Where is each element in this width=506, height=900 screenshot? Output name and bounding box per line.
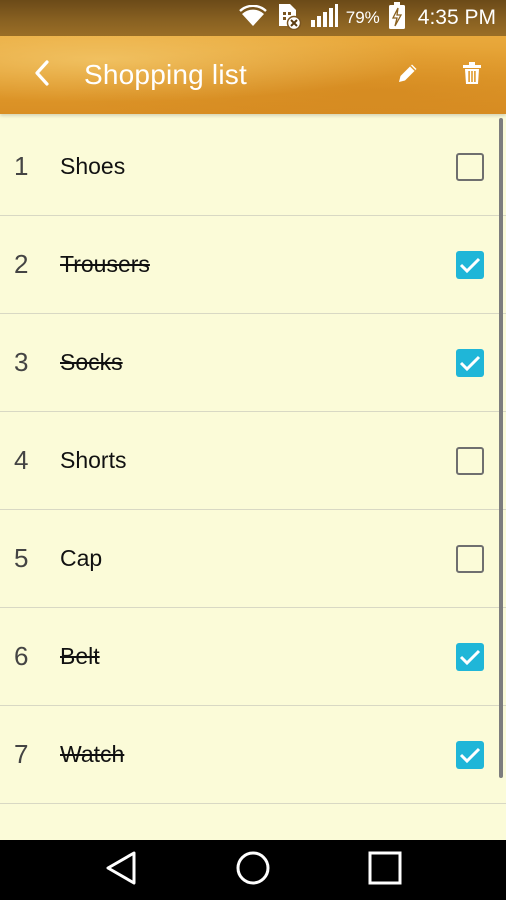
item-checkbox[interactable]: [456, 348, 484, 377]
edit-pencil-icon: [396, 61, 420, 90]
sim-error-icon: [276, 2, 302, 35]
item-number: 5: [14, 543, 29, 573]
checkmark-icon: [459, 649, 481, 665]
checkmark-icon: [459, 355, 481, 371]
nav-home-button[interactable]: [223, 840, 283, 900]
item-checkbox[interactable]: [456, 250, 484, 279]
back-button[interactable]: [22, 55, 62, 95]
item-number: 1: [14, 151, 29, 181]
battery-charging-icon: [388, 1, 406, 35]
item-label: Trousers: [60, 251, 150, 277]
item-number: 2: [14, 249, 29, 279]
item-checkbox[interactable]: [456, 740, 484, 769]
navigation-bar: [0, 840, 506, 900]
list-item[interactable]: 7 Watch: [0, 706, 506, 804]
back-triangle-icon: [104, 850, 138, 891]
recents-square-icon: [367, 850, 403, 891]
wifi-icon: [238, 4, 268, 32]
item-checkbox[interactable]: [456, 446, 484, 475]
list-item[interactable]: 5 Cap: [0, 510, 506, 608]
signal-icon: [310, 3, 338, 33]
item-label: Cap: [60, 545, 103, 571]
item-checkbox[interactable]: [456, 152, 484, 181]
item-checkbox[interactable]: [456, 544, 484, 573]
clock: 4:35 PM: [417, 6, 496, 29]
delete-button[interactable]: [450, 53, 494, 97]
item-number: 7: [14, 739, 29, 769]
checkmark-icon: [459, 747, 481, 763]
item-label: Belt: [60, 643, 100, 669]
list-item[interactable]: 2 Trousers: [0, 216, 506, 314]
list-item[interactable]: 4 Shorts: [0, 412, 506, 510]
list-item[interactable]: 6 Belt: [0, 608, 506, 706]
checkmark-icon: [459, 257, 481, 273]
item-label: Watch: [60, 741, 125, 767]
scrollbar[interactable]: [499, 118, 503, 778]
nav-back-button[interactable]: [91, 840, 151, 900]
home-circle-icon: [235, 850, 271, 891]
shopping-list: 1 Shoes 2 Trousers 3 Socks 4 Shorts 5 Ca…: [0, 118, 506, 840]
item-label: Shorts: [60, 447, 127, 473]
edit-button[interactable]: [386, 53, 430, 97]
page-title: Shopping list: [84, 59, 247, 90]
battery-percent: 79%: [345, 8, 380, 27]
item-label: Socks: [60, 349, 123, 375]
back-arrow-icon: [31, 59, 53, 92]
item-number: 6: [14, 641, 29, 671]
item-number: 4: [14, 445, 29, 475]
trash-icon: [461, 61, 483, 90]
nav-recents-button[interactable]: [355, 840, 415, 900]
item-label: Shoes: [60, 153, 126, 179]
app-bar: Shopping list: [0, 36, 506, 114]
list-item[interactable]: 3 Socks: [0, 314, 506, 412]
item-number: 3: [14, 347, 29, 377]
status-bar: 79% 4:35 PM: [0, 0, 506, 36]
item-checkbox[interactable]: [456, 642, 484, 671]
list-item[interactable]: 1 Shoes: [0, 118, 506, 216]
